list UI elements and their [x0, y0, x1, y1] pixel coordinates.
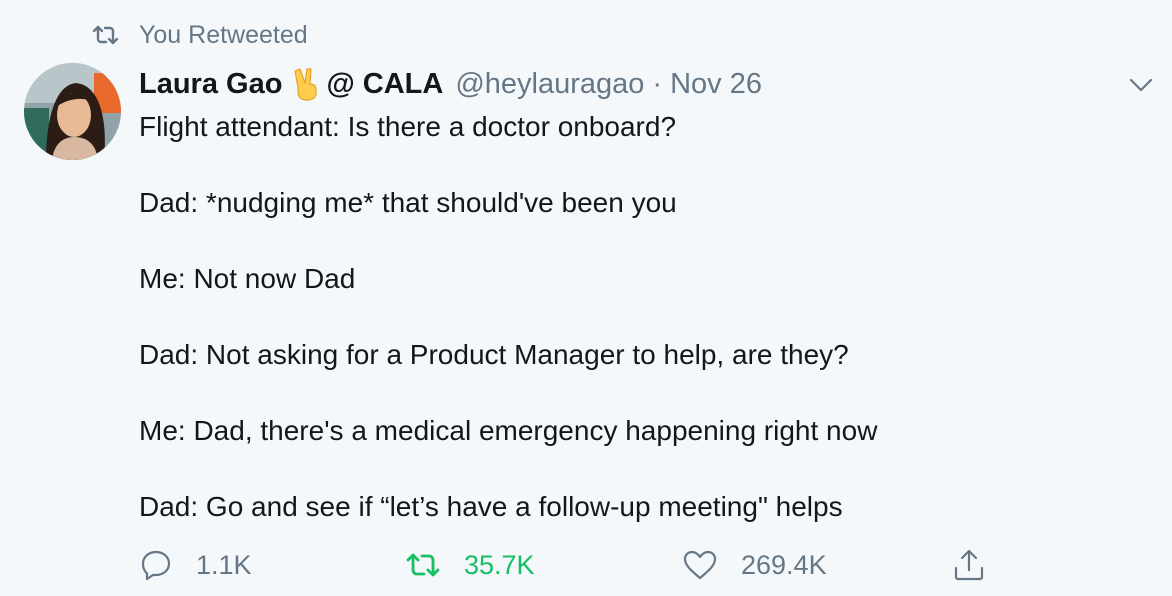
author-name[interactable]: Laura Gao	[139, 68, 282, 101]
retweet-icon	[406, 552, 440, 578]
author-handle[interactable]: @heylauragao	[455, 68, 644, 101]
author-affiliation[interactable]: @ CALA	[326, 68, 443, 101]
victory-hand-emoji-icon	[294, 67, 320, 101]
tweet-line: Dad: Go and see if “let’s have a follow-…	[139, 491, 843, 522]
avatar[interactable]	[24, 63, 121, 160]
tweet-date[interactable]: Nov 26	[670, 68, 762, 101]
reply-count: 1.1K	[196, 549, 252, 580]
share-icon	[953, 548, 985, 582]
heart-icon	[683, 550, 717, 580]
retweet-button[interactable]: 35.7K	[406, 543, 535, 587]
like-count: 269.4K	[741, 549, 827, 580]
tweet-line: Flight attendant: Is there a doctor onbo…	[139, 111, 677, 142]
tweet-line: Dad: *nudging me* that should've been yo…	[139, 187, 677, 218]
retweet-icon	[92, 25, 119, 45]
reply-icon	[140, 549, 172, 581]
tweet-line: Dad: Not asking for a Product Manager to…	[139, 339, 849, 370]
retweet-context: You Retweeted	[92, 18, 308, 52]
tweet-actions: 1.1K 35.7K 269.4K	[140, 543, 1020, 587]
tweet-text: Flight attendant: Is there a doctor onbo…	[139, 108, 1149, 526]
chevron-down-icon	[1128, 72, 1154, 98]
retweet-context-text: You Retweeted	[139, 20, 308, 49]
reply-button[interactable]: 1.1K	[140, 543, 252, 587]
retweet-count: 35.7K	[464, 549, 535, 580]
tweet[interactable]: You Retweeted Laura Gao @ CALA @heylaura…	[0, 0, 1172, 596]
like-button[interactable]: 269.4K	[683, 543, 827, 587]
tweet-line: Me: Not now Dad	[139, 263, 356, 294]
header-separator: ·	[652, 67, 663, 100]
share-button[interactable]	[953, 543, 985, 587]
tweet-header: Laura Gao @ CALA @heylauragao · Nov 26	[139, 64, 762, 104]
tweet-line: Me: Dad, there's a medical emergency hap…	[139, 415, 878, 446]
tweet-menu-button[interactable]	[1128, 72, 1154, 98]
